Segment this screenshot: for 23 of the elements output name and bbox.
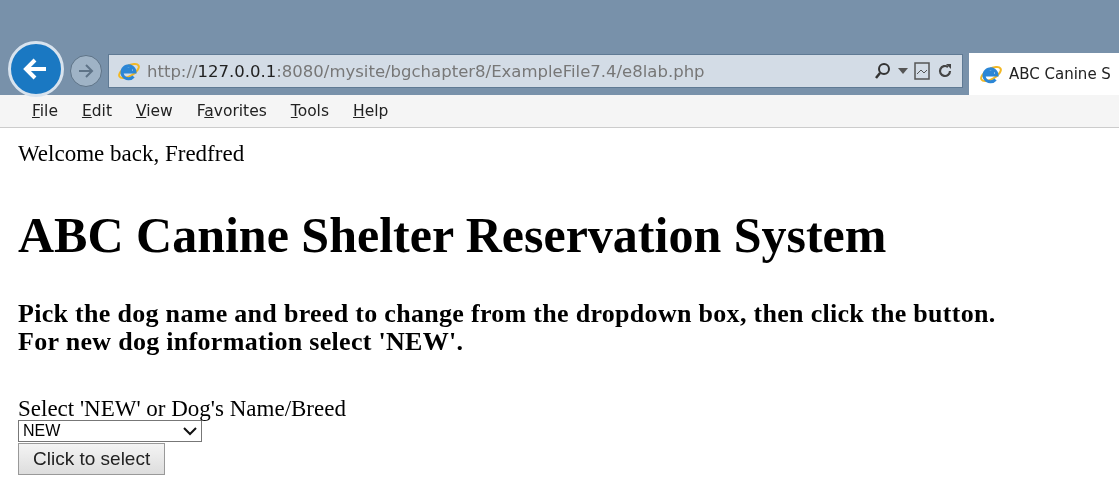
instruction-text: For new dog information select 'NEW'. — [18, 328, 465, 356]
browser-tab[interactable]: ABC Canine S — [969, 53, 1119, 95]
menu-item[interactable]: Favorites — [196, 102, 267, 120]
select-label: Select 'NEW' or Dog's Name/Breed — [18, 396, 346, 421]
dog-select[interactable]: NEW — [18, 420, 202, 442]
url-text: http://127.0.0.1:8080/mysite/bgchapter8/ExampleFile7.4/e8lab.php — [147, 61, 706, 81]
menu-item[interactable]: File — [32, 102, 58, 120]
search-icon[interactable] — [874, 62, 892, 80]
right-arrow-icon — [77, 62, 95, 80]
page-heading: ABC Canine Shelter Reservation System — [18, 206, 888, 264]
menu-item[interactable]: Edit — [81, 102, 112, 120]
select-button[interactable]: Click to select — [18, 443, 166, 475]
welcome-text: Welcome back, Fredfred — [18, 142, 246, 166]
menu-item[interactable]: Help — [353, 102, 389, 120]
back-button[interactable] — [8, 41, 64, 97]
chevron-icon — [183, 426, 197, 436]
menu-item[interactable]: Tools — [290, 102, 329, 120]
instruction-text: Pick the dog name and breed to change from the dropdown box, then click the button. — [18, 300, 997, 328]
caret-icon[interactable] — [898, 68, 908, 74]
menu-item[interactable]: View — [136, 102, 173, 120]
address-bar[interactable]: http://127.0.0.1:8080/mysite/bgchapter8/ExampleFile7.4/e8lab.php — [108, 54, 963, 88]
refresh-icon[interactable] — [936, 62, 954, 80]
page-icon[interactable] — [914, 62, 930, 80]
